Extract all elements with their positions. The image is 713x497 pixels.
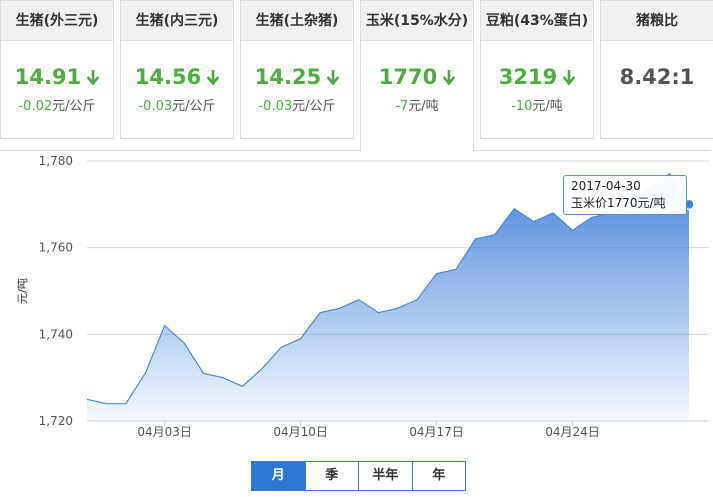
y-tick-label: 1,740 [39,327,73,341]
price-card[interactable]: 猪粮比 8.42:1 [600,0,713,139]
price-card[interactable]: 生猪(外三元) 14.91 -0.02元/公斤 [0,0,114,139]
card-change-value: -0.03 [258,99,293,114]
arrow-down-icon [563,69,576,86]
card-price-row: 14.25 [241,63,353,91]
card-title: 豆粕(43%蛋白) [481,1,593,41]
card-price: 14.91 [14,65,82,89]
card-price-row: 3219 [481,63,593,91]
card-change-value: -7 [395,99,409,114]
y-tick-label: 1,780 [39,154,73,168]
arrow-down-icon [207,69,220,86]
tooltip-date: 2017-04-30 [571,179,641,193]
period-tab[interactable]: 季 [305,462,359,490]
price-card[interactable]: 玉米(15%水分) 1770 -7元/吨 [360,0,474,152]
y-tick-label: 1,760 [39,241,73,255]
x-tick-label: 04月24日 [545,425,600,439]
card-price-row: 14.91 [1,63,113,91]
card-change: -10元/吨 [481,95,593,114]
price-card[interactable]: 生猪(土杂猪) 14.25 -0.03元/公斤 [240,0,354,139]
arrow-down-icon [443,69,456,86]
x-tick-label: 04月03日 [137,425,192,439]
card-change-value: -0.02 [18,99,53,114]
period-selector: 月季半年年 [251,461,466,491]
price-cards: 生猪(外三元) 14.91 -0.02元/公斤 生猪(内三元) 14.56 -0.03元/… [0,0,713,152]
card-price-row: 14.56 [121,63,233,91]
card-price: 14.56 [134,65,202,89]
card-change: -7元/吨 [361,95,473,114]
arrow-down-icon [87,69,100,86]
y-tick-label: 1,720 [39,414,73,428]
card-title: 猪粮比 [601,1,713,41]
price-card[interactable]: 豆粕(43%蛋白) 3219 -10元/吨 [480,0,594,139]
chart-tooltip: 2017-04-30 玉米价1770元/吨 [563,175,687,215]
period-tab[interactable]: 年 [412,462,465,490]
x-tick-label: 04月17日 [409,425,464,439]
card-price: 14.25 [254,65,322,89]
price-card[interactable]: 生猪(内三元) 14.56 -0.03元/公斤 [120,0,234,139]
card-title: 生猪(土杂猪) [241,1,353,41]
card-title: 生猪(外三元) [1,1,113,41]
card-price: 1770 [378,65,438,89]
card-change-unit: 元/公斤 [292,99,336,114]
x-tick-label: 04月10日 [273,425,328,439]
card-price: 3219 [498,65,558,89]
card-price-row: 1770 [361,63,473,91]
card-change-value: -10 [511,99,533,114]
y-axis-label: 元/吨 [16,278,29,304]
card-change: -0.03元/公斤 [121,95,233,114]
card-change-unit: 元/吨 [408,99,439,114]
card-change: -0.02元/公斤 [1,95,113,114]
card-price: 8.42:1 [619,65,695,89]
card-change-unit: 元/公斤 [172,99,216,114]
period-tab[interactable]: 月 [252,462,306,490]
card-change-unit: 元/吨 [532,99,563,114]
card-change-unit: 元/公斤 [52,99,96,114]
period-tab[interactable]: 半年 [359,462,413,490]
arrow-down-icon [327,69,340,86]
card-title: 生猪(内三元) [121,1,233,41]
tooltip-value: 玉米价1770元/吨 [571,196,666,210]
card-price-row: 8.42:1 [601,63,713,91]
card-change: -0.03元/公斤 [241,95,353,114]
card-change-value: -0.03 [138,99,173,114]
card-title: 玉米(15%水分) [361,1,473,41]
